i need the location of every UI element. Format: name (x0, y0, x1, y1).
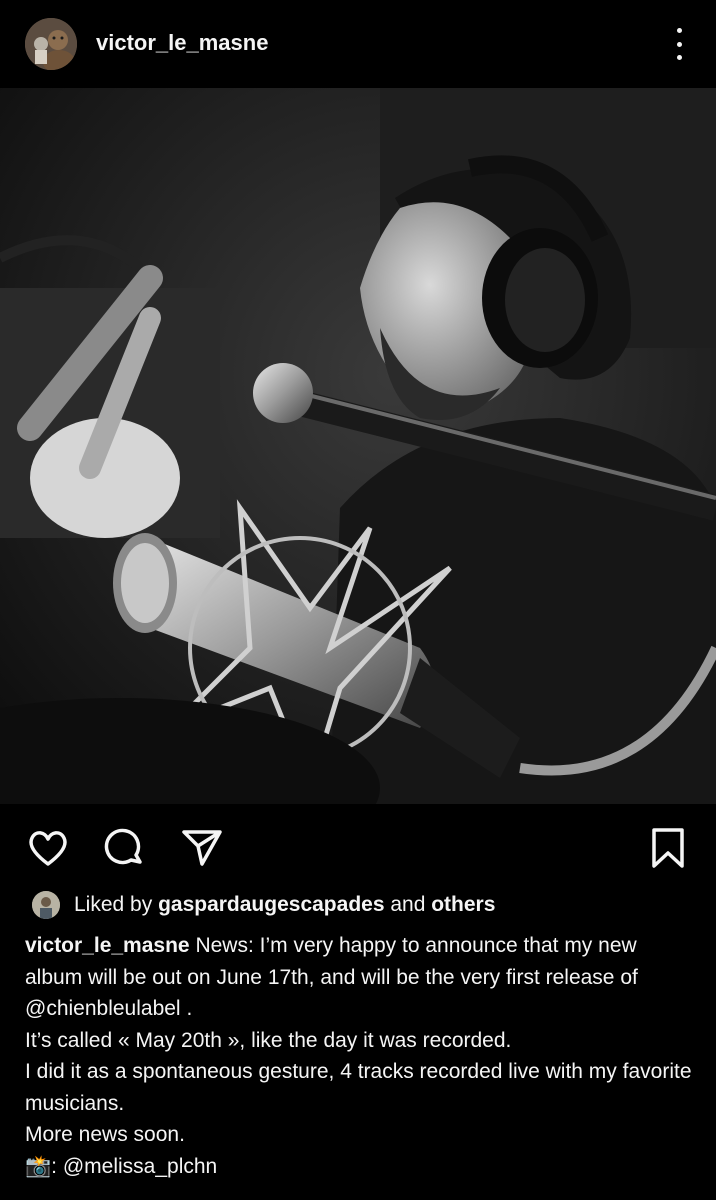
liked-by-row[interactable]: Liked by gaspardaugescapades and others (32, 888, 495, 922)
caption-author[interactable]: victor_le_masne (25, 934, 190, 957)
liked-by-avatar (32, 891, 60, 919)
post-caption: victor_le_masne News: I’m very happy to … (25, 930, 695, 1182)
more-options-icon[interactable] (664, 28, 694, 60)
liked-by-prefix: Liked by (74, 893, 153, 916)
caption-photo-credit: 📸: @melissa_plchn (25, 1151, 695, 1183)
bookmark-icon[interactable] (646, 826, 690, 870)
liked-by-text: Liked by gaspardaugescapades and others (74, 893, 495, 917)
heart-icon[interactable] (26, 826, 70, 870)
caption-line-1-end: . (186, 997, 193, 1020)
mention-chienbleulabel[interactable]: @chienbleulabel (25, 997, 181, 1020)
post-photo[interactable] (0, 88, 716, 804)
mention-melissa-plchn[interactable]: @melissa_plchn (63, 1155, 217, 1178)
avatar[interactable] (25, 18, 77, 70)
caption-paragraph-1: victor_le_masne News: I’m very happy to … (25, 930, 695, 1025)
caption-line-2: It’s called « May 20th », like the day i… (25, 1028, 512, 1052)
photo-credit-separator: : (51, 1154, 57, 1178)
post-header: victor_le_masne (0, 0, 716, 88)
liked-by-others-link[interactable]: others (431, 893, 495, 916)
post-username[interactable]: victor_le_masne (96, 30, 268, 56)
post-actions (0, 804, 716, 884)
camera-flash-icon: 📸 (25, 1154, 52, 1178)
liked-by-and: and (390, 893, 426, 916)
comment-icon[interactable] (102, 826, 146, 870)
liked-by-user-link[interactable]: gaspardaugescapades (158, 893, 384, 916)
send-icon[interactable] (180, 826, 224, 870)
caption-line-4: More news soon. (25, 1123, 185, 1146)
caption-line-3: I did it as a spontaneous gesture, 4 tra… (25, 1060, 692, 1115)
